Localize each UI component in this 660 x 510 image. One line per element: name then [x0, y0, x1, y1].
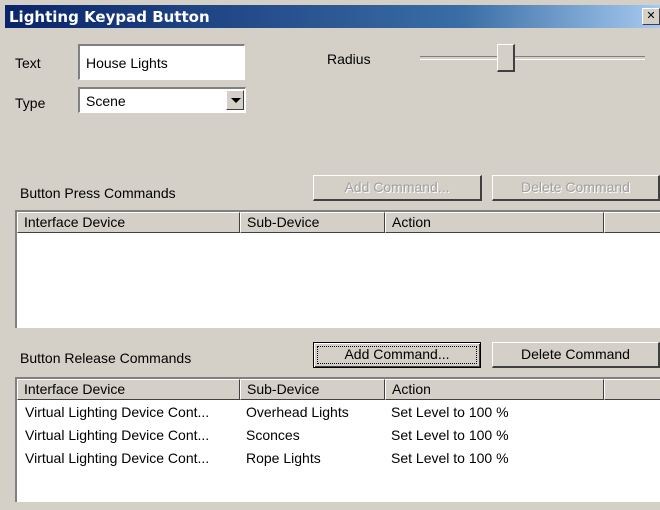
radius-slider-track[interactable]	[420, 56, 645, 60]
header-action[interactable]: Action	[385, 212, 604, 233]
close-button[interactable]: ✕	[642, 8, 660, 25]
press-list-header: Interface Device Sub-Device Action	[17, 212, 660, 233]
radius-slider-thumb[interactable]	[497, 44, 515, 72]
table-row[interactable]: Virtual Lighting Device Cont... Overhead…	[17, 402, 660, 422]
release-commands-label: Button Release Commands	[20, 350, 192, 366]
focus-ring	[317, 346, 477, 364]
close-icon: ✕	[646, 10, 656, 22]
row-interface-device: Virtual Lighting Device Cont...	[25, 404, 210, 420]
dialog-window: Lighting Keypad Button ✕ Text House Ligh…	[0, 0, 660, 510]
type-label: Type	[15, 95, 46, 111]
text-input[interactable]: House Lights	[78, 44, 245, 80]
header-sub-device[interactable]: Sub-Device	[240, 379, 385, 400]
row-action: Set Level to 100 %	[391, 450, 509, 466]
press-delete-command-button[interactable]: Delete Command	[492, 175, 660, 201]
chevron-down-icon	[231, 98, 241, 103]
release-list-header: Interface Device Sub-Device Action	[17, 379, 660, 400]
radius-label: Radius	[327, 51, 371, 67]
row-sub-device: Overhead Lights	[246, 404, 349, 420]
table-row[interactable]: Virtual Lighting Device Cont... Sconces …	[17, 425, 660, 445]
window-title: Lighting Keypad Button	[9, 8, 210, 26]
row-interface-device: Virtual Lighting Device Cont...	[25, 450, 210, 466]
row-sub-device: Sconces	[246, 427, 300, 443]
type-dropdown-value: Scene	[86, 93, 126, 109]
row-interface-device: Virtual Lighting Device Cont...	[25, 427, 210, 443]
text-label: Text	[15, 55, 41, 71]
row-action: Set Level to 100 %	[391, 404, 509, 420]
release-add-command-button[interactable]: Add Command...	[313, 342, 481, 368]
table-row[interactable]: Virtual Lighting Device Cont... Rope Lig…	[17, 448, 660, 468]
press-add-command-button[interactable]: Add Command...	[313, 175, 482, 201]
row-action: Set Level to 100 %	[391, 427, 509, 443]
press-commands-list[interactable]: Interface Device Sub-Device Action	[15, 210, 660, 328]
header-extra[interactable]	[604, 212, 660, 233]
type-dropdown[interactable]: Scene	[78, 87, 246, 113]
header-interface-device[interactable]: Interface Device	[17, 212, 240, 233]
release-delete-command-button[interactable]: Delete Command	[492, 342, 660, 368]
header-action[interactable]: Action	[385, 379, 604, 400]
press-commands-label: Button Press Commands	[20, 185, 176, 201]
header-sub-device[interactable]: Sub-Device	[240, 212, 385, 233]
header-interface-device[interactable]: Interface Device	[17, 379, 240, 400]
release-commands-list[interactable]: Interface Device Sub-Device Action Virtu…	[15, 377, 660, 502]
title-bar[interactable]: Lighting Keypad Button ✕	[5, 5, 660, 28]
row-sub-device: Rope Lights	[246, 450, 321, 466]
text-input-value: House Lights	[86, 55, 168, 71]
header-extra[interactable]	[604, 379, 660, 400]
type-dropdown-button[interactable]	[226, 90, 244, 110]
